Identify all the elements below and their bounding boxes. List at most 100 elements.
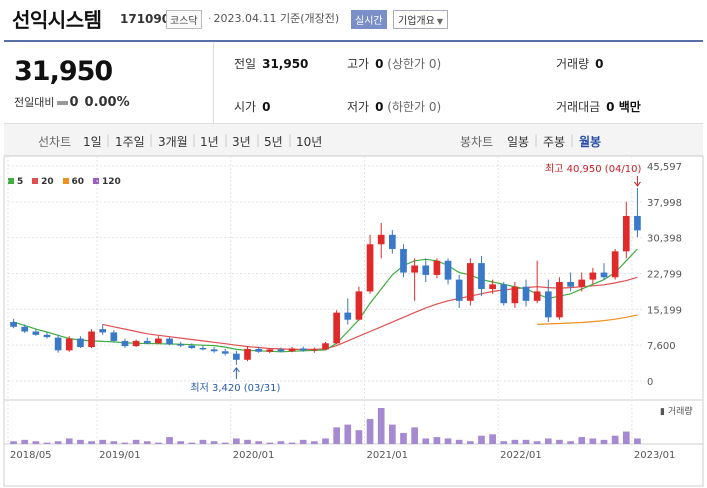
period-1y[interactable]: 1년 xyxy=(200,133,219,150)
volume: 거래량 0 xyxy=(556,55,603,72)
candle-body xyxy=(244,348,251,360)
volume-bar xyxy=(177,441,185,444)
date-suffix: 기준(개장전) xyxy=(279,12,340,25)
candle-body xyxy=(400,248,407,273)
ma5-line xyxy=(13,248,638,353)
amount-value: 0 백만 xyxy=(606,100,641,114)
candle-body xyxy=(288,348,296,352)
chart-period-bar: 선차트 1일 | 1주일 | 3개월 | 1년 | 3년 | 5년 | 10년 … xyxy=(4,124,703,156)
candle-body xyxy=(65,338,73,351)
candle-body xyxy=(177,344,185,346)
volume-bar xyxy=(110,441,118,444)
candle-body xyxy=(143,340,151,344)
candle-body xyxy=(43,334,51,338)
candle-body xyxy=(77,338,84,348)
volume-bar xyxy=(444,438,452,444)
volume-bar xyxy=(567,441,574,444)
candle-body xyxy=(500,284,508,304)
volume-bar xyxy=(611,435,619,444)
candle-body xyxy=(422,265,430,275)
volume-bar xyxy=(355,430,363,444)
volume-bar xyxy=(99,439,107,444)
trade-amount: 거래대금 0 백만 xyxy=(556,98,641,115)
candle-body xyxy=(344,312,352,320)
price-chart[interactable]: 45,597 37,998 30,398 22,799 15,199 7,600 0 2018… xyxy=(0,156,707,488)
candle-body xyxy=(110,332,118,341)
candle-body xyxy=(544,291,552,318)
volume-bar xyxy=(299,439,307,444)
period-3m[interactable]: 3개월 xyxy=(158,133,188,150)
y-tick-label: 7,600 xyxy=(647,341,676,352)
volume-bar xyxy=(166,437,173,444)
volume-bar xyxy=(589,438,597,444)
candle-chart-title: 봉차트 xyxy=(460,135,494,149)
period-monthly[interactable]: 월봉 xyxy=(579,133,601,150)
open-label: 시가 xyxy=(234,100,257,114)
low-price: 저가 0 (하한가 0) xyxy=(347,98,441,115)
y-tick-label: 30,398 xyxy=(647,234,682,245)
divider: | xyxy=(256,133,261,147)
divider: | xyxy=(149,133,154,147)
period-10y[interactable]: 10년 xyxy=(296,133,322,150)
volume-bar xyxy=(634,438,641,444)
period-weekly[interactable]: 주봉 xyxy=(543,133,565,150)
low-value: 0 xyxy=(375,100,384,114)
candle-body xyxy=(255,348,262,352)
high-label: 고가 xyxy=(347,57,370,71)
period-3y[interactable]: 3년 xyxy=(232,133,251,150)
prev-close-value: 31,950 xyxy=(262,57,309,71)
y-tick-label: 22,799 xyxy=(647,269,682,280)
high-value: 0 xyxy=(375,57,384,71)
candle-body xyxy=(511,286,519,304)
stock-code: 171090 xyxy=(120,12,171,26)
high-price: 고가 0 (상한가 0) xyxy=(347,55,441,72)
period-5y[interactable]: 5년 xyxy=(264,133,283,150)
change-label: 전일대비 xyxy=(14,96,55,109)
candle-body xyxy=(622,215,630,252)
current-price: 31,950 xyxy=(14,56,113,87)
candle-body xyxy=(533,291,541,301)
volume-bar xyxy=(478,435,485,444)
quote-panel: 31,950 전일대비 0 0.00% 전일 31,950 고가 0 (상한가 0) 거… xyxy=(4,40,703,124)
candle-body xyxy=(21,326,29,332)
volume-label: ▮ 거래량 xyxy=(660,405,693,417)
open-price: 시가 0 xyxy=(234,98,270,115)
volume-bar xyxy=(500,441,508,444)
x-tick-label: 2018/05 xyxy=(10,450,52,461)
stock-name: 선익시스템 xyxy=(12,8,102,32)
period-1d[interactable]: 1일 xyxy=(83,133,102,150)
volume-bar xyxy=(65,438,73,444)
candle-body xyxy=(389,234,396,249)
volume-value: 0 xyxy=(595,57,604,71)
volume-bar xyxy=(433,437,441,444)
candle-body xyxy=(10,322,17,327)
change-value: 0 xyxy=(69,95,79,110)
high-limit: (상한가 0) xyxy=(387,57,442,71)
market-badge: 코스닥 xyxy=(166,10,202,29)
period-daily[interactable]: 일봉 xyxy=(507,133,529,150)
candle-body xyxy=(377,234,385,245)
change-percent: 0.00% xyxy=(84,95,130,110)
candle-body xyxy=(188,345,196,348)
period-1w[interactable]: 1주일 xyxy=(115,133,145,150)
candle-body xyxy=(221,351,229,354)
candle-body xyxy=(311,349,318,351)
volume-bar xyxy=(622,431,630,444)
company-info-dropdown[interactable]: 기업개요 ▼ xyxy=(393,10,448,29)
volume-bar xyxy=(333,427,340,444)
y-tick-label: 0 xyxy=(647,377,653,388)
realtime-button[interactable]: 실시간 xyxy=(351,10,387,29)
divider: | xyxy=(106,133,111,147)
candle-body xyxy=(355,291,363,320)
candle-body xyxy=(411,265,418,273)
volume-bar xyxy=(522,439,530,444)
candle-body xyxy=(132,340,140,347)
candle-body xyxy=(578,279,586,287)
amount-label: 거래대금 xyxy=(556,100,601,114)
volume-bar xyxy=(578,437,586,444)
flat-icon xyxy=(57,100,69,105)
volume-bar xyxy=(322,438,329,444)
volume-bar xyxy=(132,439,140,444)
volume-bar xyxy=(288,442,296,444)
volume-bar xyxy=(489,434,496,444)
